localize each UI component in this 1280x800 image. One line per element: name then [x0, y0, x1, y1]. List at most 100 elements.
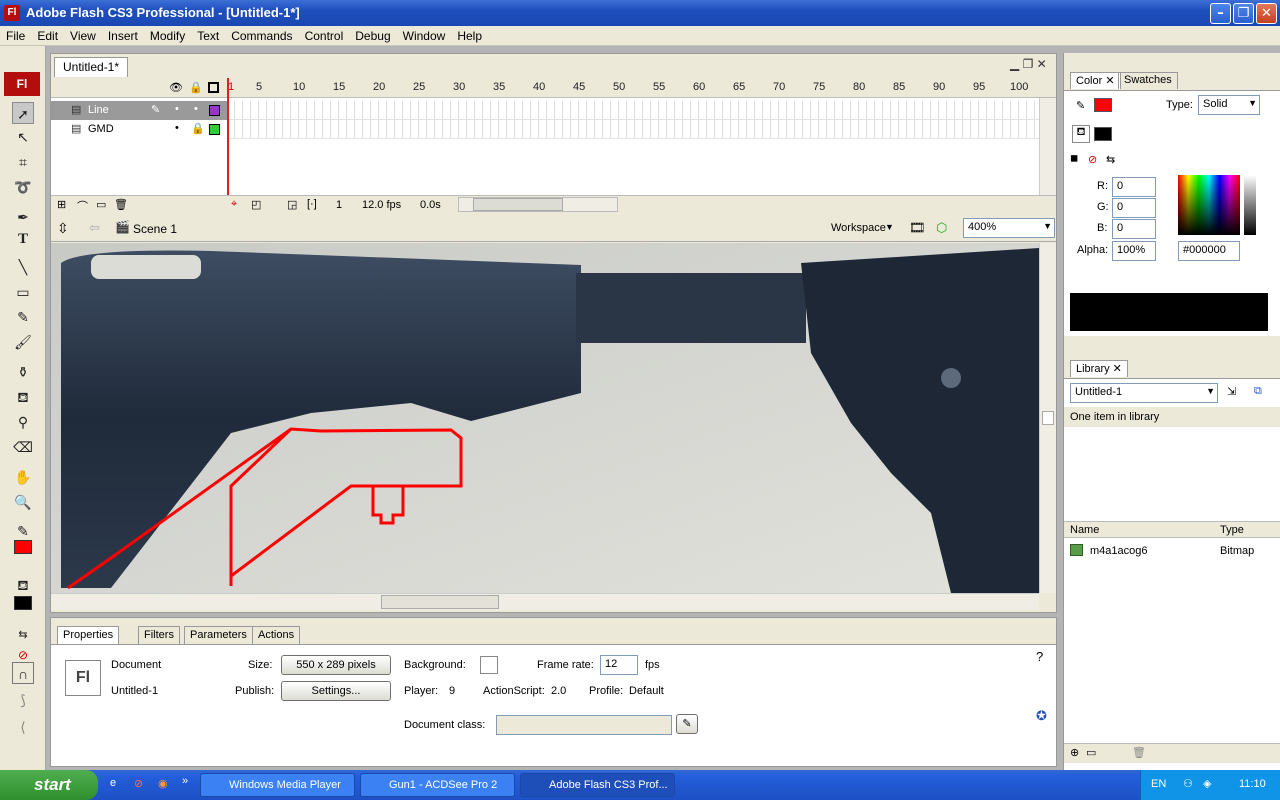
firefox-icon[interactable]: ◉: [158, 777, 168, 790]
minimize-button[interactable]: –: [1210, 3, 1231, 24]
frame-ruler[interactable]: 1 5 10 15 20 25 30 35 40 45 50 55 60 65 …: [227, 78, 1039, 98]
layer-row-line[interactable]: ▤ Line ✎ • •: [51, 101, 227, 120]
edit-symbols-icon[interactable]: ⬡: [936, 220, 947, 236]
tab-actions[interactable]: Actions: [252, 626, 301, 644]
tab-swatches[interactable]: Swatches: [1118, 72, 1178, 89]
framerate-input[interactable]: 12: [600, 655, 638, 675]
new-folder-icon[interactable]: ▭: [1086, 746, 1096, 759]
back-arrow-icon[interactable]: ⇦: [89, 220, 100, 236]
paint-bucket-tool-icon[interactable]: ⛾: [12, 386, 34, 408]
menu-text[interactable]: Text: [191, 26, 225, 46]
col-name[interactable]: Name: [1070, 524, 1099, 536]
ink-bottle-tool-icon[interactable]: ⚱: [12, 361, 34, 383]
edit-class-pencil-icon[interactable]: ✎: [676, 714, 698, 734]
scroll-thumb[interactable]: [381, 595, 499, 609]
lasso-tool-icon[interactable]: ➰: [12, 176, 34, 198]
delete-layer-icon[interactable]: 🗑: [114, 198, 128, 211]
menu-help[interactable]: Help: [451, 26, 488, 46]
stroke-color-swatch[interactable]: [14, 540, 32, 554]
scroll-thumb[interactable]: [473, 198, 563, 211]
task-acdsee[interactable]: Gun1 - ACDSee Pro 2: [360, 773, 515, 797]
zoom-select[interactable]: 400% ▼: [963, 218, 1055, 238]
timeline-vscroll[interactable]: [1039, 98, 1056, 195]
hand-tool-icon[interactable]: ✋: [12, 466, 34, 488]
stage-canvas[interactable]: [51, 243, 1039, 593]
task-windows-media-player[interactable]: Windows Media Player: [200, 773, 355, 797]
layer-row-gmd[interactable]: ▤ GMD • 🔒: [51, 120, 227, 139]
workspace-menu[interactable]: Workspace: [831, 222, 886, 234]
tab-filters[interactable]: Filters: [138, 626, 180, 644]
pencil-tool-icon[interactable]: ✎: [12, 306, 34, 328]
insert-layer-icon[interactable]: ⊞: [57, 198, 66, 211]
accessibility-icon[interactable]: ✪: [1036, 708, 1047, 724]
start-button[interactable]: start: [0, 770, 98, 800]
brush-tool-icon[interactable]: 🖌: [12, 331, 34, 353]
new-library-icon[interactable]: ⧉: [1254, 385, 1262, 398]
tab-parameters[interactable]: Parameters: [184, 626, 253, 644]
language-indicator[interactable]: EN: [1151, 778, 1166, 790]
playhead[interactable]: [227, 78, 229, 195]
snap-magnet-icon[interactable]: ∩: [12, 662, 34, 684]
text-tool-icon[interactable]: T: [12, 231, 34, 253]
new-symbol-icon[interactable]: ⊕: [1070, 746, 1079, 759]
layer-frames[interactable]: [227, 101, 1039, 120]
straighten-icon[interactable]: ⟨: [12, 716, 34, 738]
menu-insert[interactable]: Insert: [102, 26, 144, 46]
size-button[interactable]: 550 x 289 pixels: [281, 655, 391, 675]
chevron-down-icon[interactable]: ▼: [1206, 386, 1215, 396]
edit-scene-icon[interactable]: 🎞: [909, 220, 926, 236]
brightness-slider[interactable]: [1244, 175, 1256, 235]
onion-skin-icon[interactable]: ◰: [251, 198, 261, 211]
onion-markers-icon[interactable]: ◲: [287, 198, 297, 211]
scene-name[interactable]: Scene 1: [133, 222, 177, 236]
task-flash[interactable]: Adobe Flash CS3 Prof...: [520, 773, 675, 797]
alpha-input[interactable]: 100%: [1112, 241, 1156, 261]
menu-window[interactable]: Window: [397, 26, 452, 46]
col-type[interactable]: Type: [1220, 524, 1244, 536]
fill-color-swatch[interactable]: [1094, 127, 1112, 141]
scroll-thumb[interactable]: [1042, 411, 1054, 425]
chevron-down-icon[interactable]: ▼: [1248, 98, 1257, 108]
stroke-color-icon[interactable]: ✎: [12, 520, 34, 542]
chevron-down-icon[interactable]: ▼: [885, 222, 894, 232]
chevron-right-icon[interactable]: »: [182, 775, 188, 787]
publish-settings-button[interactable]: Settings...: [281, 681, 391, 701]
zoom-tool-icon[interactable]: 🔍: [12, 491, 34, 513]
help-icon[interactable]: ?: [1036, 649, 1043, 664]
layer-color-swatch[interactable]: [209, 124, 220, 135]
tab-color[interactable]: Color ✕: [1070, 72, 1121, 89]
timeline-hscroll[interactable]: [458, 197, 618, 212]
insert-folder-icon[interactable]: ▭: [96, 198, 106, 211]
document-class-input[interactable]: [496, 715, 672, 735]
lock-icon[interactable]: 🔒: [191, 122, 205, 135]
antivirus-icon[interactable]: ◈: [1203, 777, 1211, 790]
smooth-icon[interactable]: ⟆: [12, 689, 34, 711]
delete-icon[interactable]: 🗑: [1132, 746, 1146, 759]
blue-input[interactable]: 0: [1112, 219, 1156, 239]
maximize-button[interactable]: ❐: [1233, 3, 1254, 24]
menu-modify[interactable]: Modify: [144, 26, 191, 46]
pin-library-icon[interactable]: ⇲: [1227, 385, 1236, 398]
color-spectrum[interactable]: [1178, 175, 1240, 235]
edit-multiple-icon[interactable]: [·]: [307, 198, 317, 210]
stage-vscroll[interactable]: [1039, 243, 1056, 593]
layer-frames[interactable]: [227, 120, 1039, 139]
free-transform-tool-icon[interactable]: ⌗: [12, 151, 34, 173]
default-colors-icon[interactable]: ◼: [1070, 153, 1078, 164]
menu-view[interactable]: View: [64, 26, 102, 46]
pen-tool-icon[interactable]: ✒: [12, 206, 34, 228]
library-doc-select[interactable]: Untitled-1 ▼: [1070, 383, 1218, 403]
document-tab[interactable]: Untitled-1*: [54, 57, 129, 77]
tab-library[interactable]: Library ✕: [1070, 360, 1128, 377]
line-tool-icon[interactable]: ╲: [12, 256, 34, 278]
menu-file[interactable]: File: [0, 26, 31, 46]
no-color-icon[interactable]: ⊘: [1088, 153, 1097, 166]
background-color-swatch[interactable]: [480, 656, 498, 674]
add-guide-icon[interactable]: ⌒: [77, 198, 88, 214]
type-select[interactable]: Solid ▼: [1198, 95, 1260, 115]
library-item[interactable]: m4a1acog6 Bitmap: [1064, 543, 1264, 561]
doc-window-controls[interactable]: ▁ ❐ ✕: [1010, 57, 1047, 71]
eyedropper-tool-icon[interactable]: ⚲: [12, 411, 34, 433]
fill-bucket-icon[interactable]: ⛾: [1072, 125, 1090, 143]
fill-color-icon[interactable]: ⛾: [12, 574, 34, 596]
